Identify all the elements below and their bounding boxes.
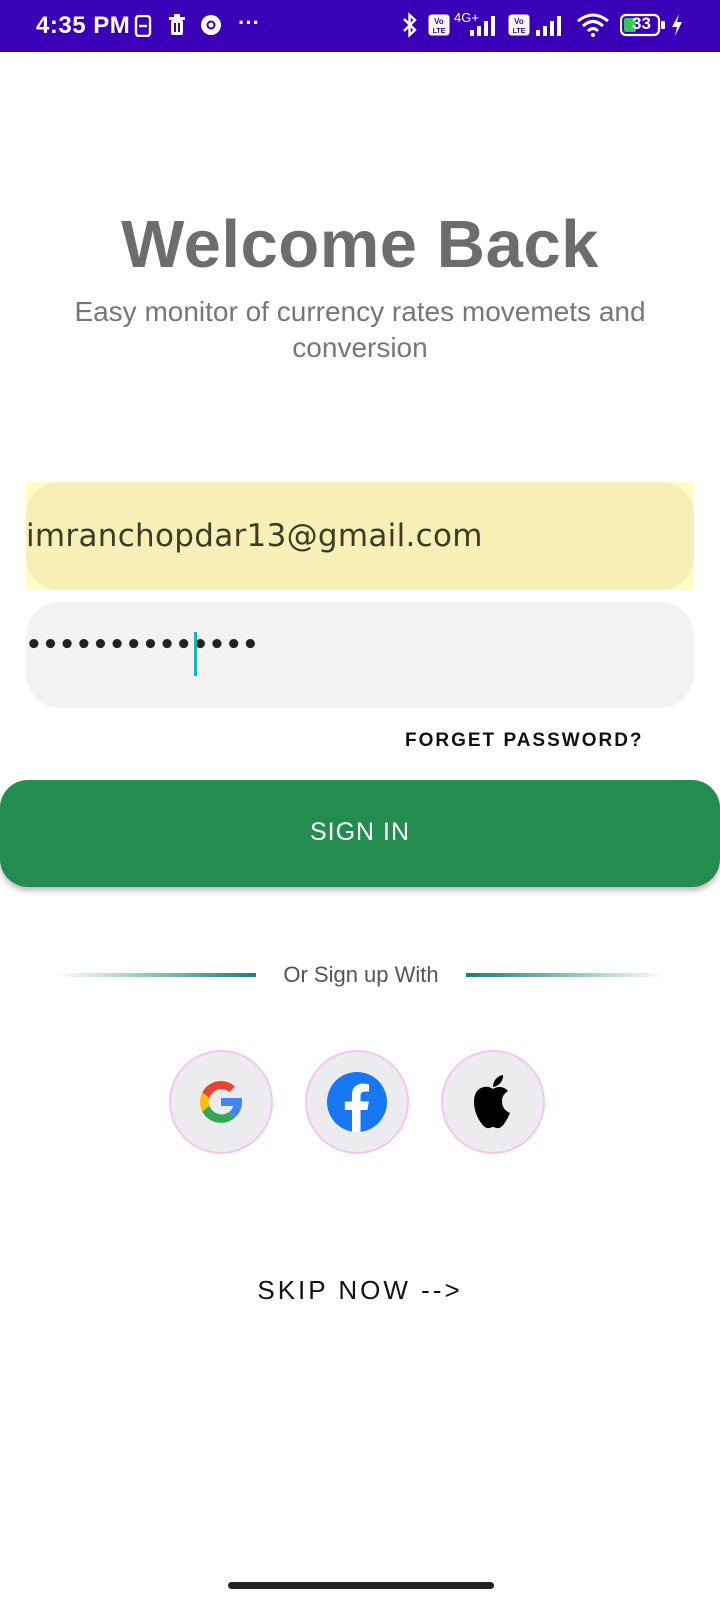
divider-text: Or Sign up With [283, 962, 439, 987]
email-value: imranchopdar13@gmail.com [26, 518, 483, 554]
password-field[interactable]: •••••••••••••• [26, 602, 694, 708]
signal-icon [536, 14, 568, 41]
status-time: 4:35 PM [36, 12, 131, 39]
svg-text:Vo: Vo [434, 17, 444, 26]
page-subtitle: Easy monitor of currency rates movemets … [74, 296, 646, 363]
signal-icon [470, 14, 502, 41]
email-field[interactable]: imranchopdar13@gmail.com [26, 482, 694, 590]
svg-text:LTE: LTE [513, 28, 526, 35]
google-sign-in-button[interactable] [169, 1050, 273, 1154]
status-more: ··· [238, 10, 260, 35]
wifi-icon [576, 13, 610, 42]
volte-icon: Vo LTE [508, 14, 530, 41]
divider-line-right [466, 973, 666, 977]
sign-in-button[interactable]: SIGN IN [0, 780, 720, 887]
svg-text:LTE: LTE [433, 28, 446, 35]
apple-sign-in-button[interactable] [441, 1050, 545, 1154]
chrome-icon [200, 14, 222, 41]
password-value: •••••••••••••• [26, 630, 260, 660]
sim-card-icon [134, 14, 152, 42]
charging-icon [670, 13, 684, 42]
text-caret [194, 632, 197, 676]
battery-level: 33 [632, 14, 651, 33]
sign-in-label: SIGN IN [309, 818, 411, 846]
facebook-sign-in-button[interactable] [305, 1050, 409, 1154]
divider-line-left [56, 973, 256, 977]
bluetooth-icon [402, 12, 418, 43]
page-title: Welcome Back [121, 207, 599, 282]
skip-now-link[interactable]: SKIP NOW --> [0, 1275, 720, 1306]
trash-icon [168, 14, 186, 41]
home-indicator[interactable] [228, 1582, 494, 1589]
svg-text:Vo: Vo [514, 17, 524, 26]
status-bar: 4:35 PM ··· Vo LTE 4G+ Vo LTE 33 [0, 0, 720, 52]
volte-icon: Vo LTE [428, 14, 450, 41]
forget-password-link[interactable]: FORGET PASSWORD? [405, 730, 644, 752]
